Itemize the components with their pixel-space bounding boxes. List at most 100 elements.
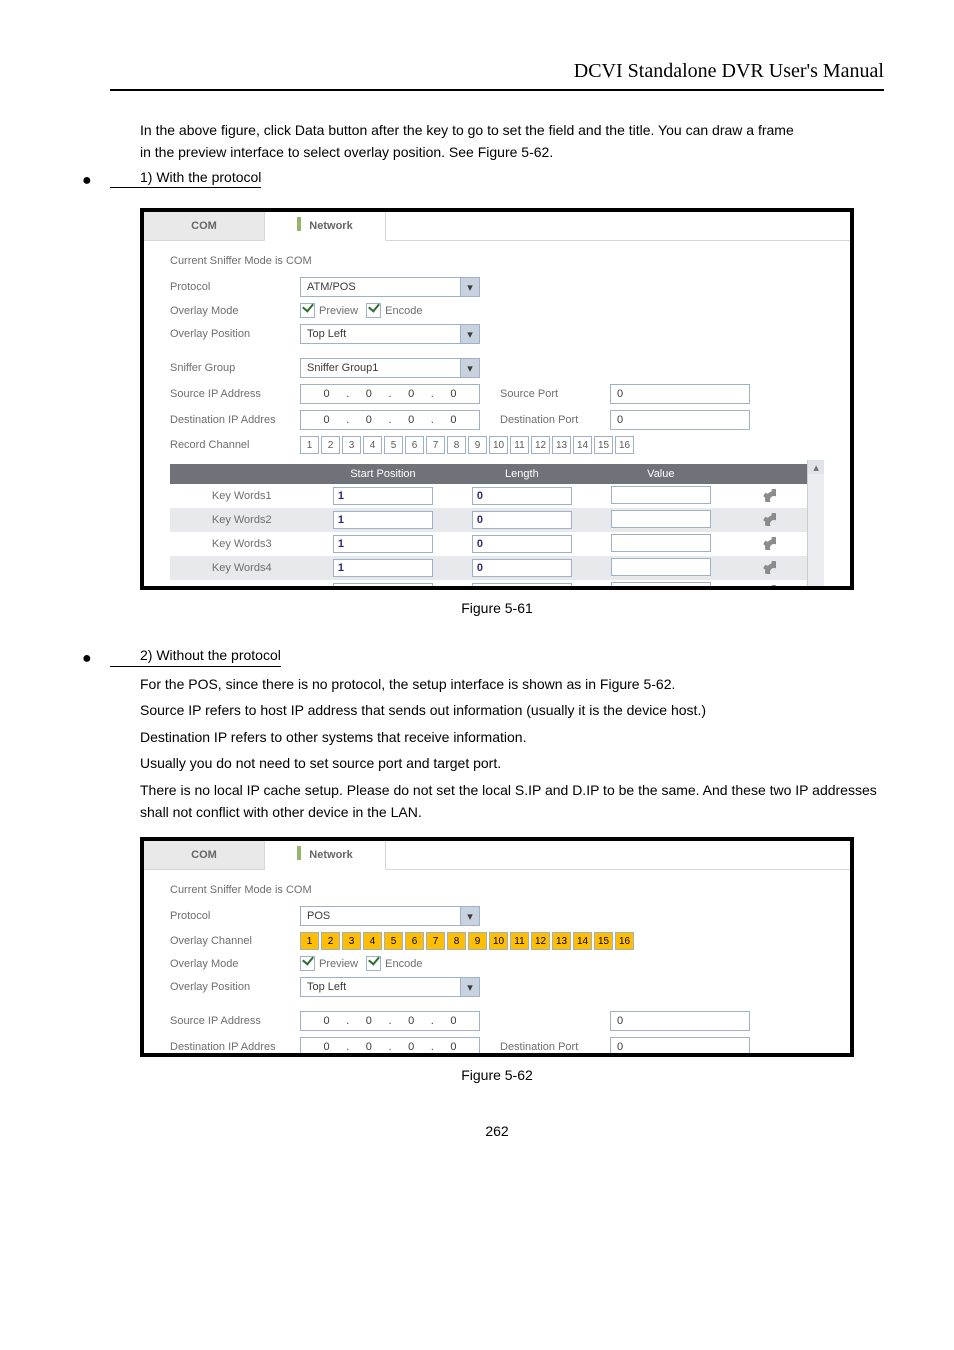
channel-button[interactable]: 15: [594, 436, 613, 454]
channel-button[interactable]: 13: [552, 436, 571, 454]
scroll-up-icon[interactable]: ▴: [808, 460, 824, 474]
channel-button[interactable]: 12: [531, 436, 550, 454]
channel-button[interactable]: 12: [531, 932, 550, 950]
tab-com[interactable]: COM: [144, 841, 265, 870]
channel-button[interactable]: 8: [447, 436, 466, 454]
start-input[interactable]: 1: [333, 487, 433, 505]
value-input[interactable]: [611, 510, 711, 528]
tab-network[interactable]: Network: [265, 212, 386, 241]
length-input[interactable]: 0: [472, 487, 572, 505]
start-input[interactable]: 1: [333, 559, 433, 577]
dst-port-input[interactable]: 0: [610, 410, 750, 430]
channel-button[interactable]: 5: [384, 932, 403, 950]
gear-icon[interactable]: [762, 565, 776, 577]
length-input[interactable]: 0: [472, 535, 572, 553]
encode-checkbox[interactable]: [366, 956, 381, 971]
overlay-channel-row: 12345678910111213141516: [300, 932, 634, 950]
channel-button[interactable]: 8: [447, 932, 466, 950]
table-row: Key Words410: [170, 556, 807, 580]
protocol-select[interactable]: POS▾: [300, 906, 480, 926]
src-port-input[interactable]: 0: [610, 1011, 750, 1031]
dst-ip-input[interactable]: 0.0.0.0: [300, 1037, 480, 1053]
panel2: COM Network Current Sniffer Mode is COM …: [140, 837, 854, 1057]
channel-button[interactable]: 5: [384, 436, 403, 454]
gear-icon[interactable]: [762, 493, 776, 505]
src-port-label: Source Port: [500, 388, 610, 400]
sniffer-group-label: Sniffer Group: [170, 362, 300, 374]
tab-network-label: Network: [309, 849, 352, 861]
start-input[interactable]: 1: [333, 535, 433, 553]
overlay-pos-select[interactable]: Top Left▾: [300, 324, 480, 344]
channel-button[interactable]: 6: [405, 932, 424, 950]
sniffer-group-select[interactable]: Sniffer Group1▾: [300, 358, 480, 378]
length-input[interactable]: 0: [472, 583, 572, 586]
panel1: COM Network Current Sniffer Mode is COM …: [140, 208, 854, 590]
start-input[interactable]: 1: [333, 583, 433, 586]
channel-button[interactable]: 9: [468, 436, 487, 454]
channel-button[interactable]: 11: [510, 932, 529, 950]
start-input[interactable]: 1: [333, 511, 433, 529]
row-name: Key Words1: [170, 484, 313, 508]
channel-button[interactable]: 16: [615, 932, 634, 950]
rule: [110, 89, 884, 91]
row-name: Key Words2: [170, 508, 313, 532]
para-2a: For the POS, since there is no protocol,…: [110, 673, 884, 695]
tab-network[interactable]: Network: [265, 841, 386, 870]
channel-button[interactable]: 11: [510, 436, 529, 454]
overlay-channel-label: Overlay Channel: [170, 935, 300, 947]
channel-button[interactable]: 14: [573, 932, 592, 950]
length-input[interactable]: 0: [472, 559, 572, 577]
value-input[interactable]: [611, 534, 711, 552]
channel-button[interactable]: 10: [489, 932, 508, 950]
channel-button[interactable]: 1: [300, 932, 319, 950]
tabs: COM Network: [144, 212, 850, 241]
channel-button[interactable]: 4: [363, 436, 382, 454]
src-ip-input[interactable]: 0.0.0.0: [300, 384, 480, 404]
overlay-mode-label: Overlay Mode: [170, 305, 300, 317]
dst-port-input[interactable]: 0: [610, 1037, 750, 1053]
caption1: Figure 5-61: [110, 600, 884, 616]
channel-button[interactable]: 3: [342, 436, 361, 454]
src-ip-input[interactable]: 0.0.0.0: [300, 1011, 480, 1031]
para-2e: There is no local IP cache setup. Please…: [110, 779, 884, 824]
channel-button[interactable]: 16: [615, 436, 634, 454]
intro-text: In the above figure, click Data button a…: [110, 119, 884, 164]
channel-button[interactable]: 1: [300, 436, 319, 454]
src-ip-label: Source IP Address: [170, 388, 300, 400]
channel-button[interactable]: 2: [321, 436, 340, 454]
channel-button[interactable]: 7: [426, 436, 445, 454]
figlabel-2: 2) Without the protocol: [110, 646, 281, 667]
channel-button[interactable]: 4: [363, 932, 382, 950]
chevron-down-icon: ▾: [460, 907, 479, 925]
preview-checkbox[interactable]: [300, 956, 315, 971]
length-input[interactable]: 0: [472, 511, 572, 529]
channel-button[interactable]: 2: [321, 932, 340, 950]
channel-button[interactable]: 6: [405, 436, 424, 454]
channel-button[interactable]: 7: [426, 932, 445, 950]
channel-button[interactable]: 13: [552, 932, 571, 950]
value-input[interactable]: [611, 558, 711, 576]
value-input[interactable]: [611, 486, 711, 504]
value-input[interactable]: [611, 582, 711, 587]
preview-checkbox[interactable]: [300, 303, 315, 318]
channel-button[interactable]: 10: [489, 436, 508, 454]
channel-button[interactable]: 9: [468, 932, 487, 950]
encode-checkbox-label: Encode: [385, 958, 422, 970]
dst-ip-label: Destination IP Addres: [170, 1041, 300, 1053]
scrollbar[interactable]: ▴ ▾: [807, 460, 824, 586]
src-port-input[interactable]: 0: [610, 384, 750, 404]
dst-ip-input[interactable]: 0.0.0.0: [300, 410, 480, 430]
protocol-select[interactable]: ATM/POS▾: [300, 277, 480, 297]
sniffer-mode: Current Sniffer Mode is COM: [170, 884, 312, 896]
encode-checkbox[interactable]: [366, 303, 381, 318]
overlay-pos-select[interactable]: Top Left▾: [300, 977, 480, 997]
para-2b: Source IP refers to host IP address that…: [110, 699, 884, 721]
chevron-down-icon: ▾: [460, 278, 479, 296]
gear-icon[interactable]: [762, 517, 776, 529]
tab-com[interactable]: COM: [144, 212, 265, 241]
preview-checkbox-label: Preview: [319, 958, 358, 970]
gear-icon[interactable]: [762, 541, 776, 553]
channel-button[interactable]: 14: [573, 436, 592, 454]
channel-button[interactable]: 15: [594, 932, 613, 950]
channel-button[interactable]: 3: [342, 932, 361, 950]
